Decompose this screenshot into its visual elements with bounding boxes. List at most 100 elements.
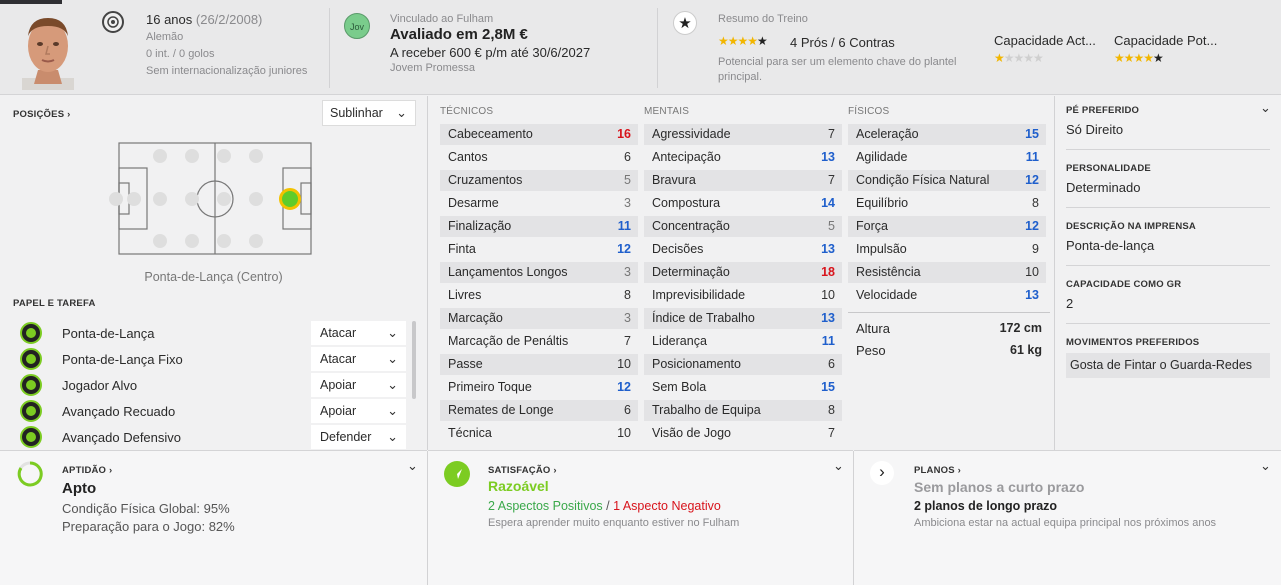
attribute-value: 11 — [821, 334, 835, 348]
pitch-position-dot[interactable] — [153, 149, 167, 163]
role-icon — [20, 322, 42, 344]
positive-aspects-link[interactable]: 2 Aspectos Positivos — [488, 499, 603, 513]
attribute-name: Visão de Jogo — [652, 426, 731, 440]
chevron-down-icon[interactable]: ⌄ — [1260, 458, 1271, 474]
nationality-text[interactable]: Alemão — [146, 31, 183, 43]
attribute-row[interactable]: Posicionamento 6 — [644, 354, 842, 375]
attribute-value: 12 — [1025, 219, 1039, 233]
pitch-position-dot[interactable] — [127, 192, 141, 206]
attribute-row[interactable]: Desarme 3 — [440, 193, 638, 214]
attribute-row[interactable]: Agilidade 11 — [848, 147, 1046, 168]
attribute-row[interactable]: Passe 10 — [440, 354, 638, 375]
highlight-dropdown[interactable]: Sublinhar ⌄ — [322, 100, 416, 126]
attribute-row[interactable]: Livres 8 — [440, 285, 638, 306]
attribute-row[interactable]: Determinação 18 — [644, 262, 842, 283]
pitch-position-dot[interactable] — [217, 149, 231, 163]
active-tab-marker — [0, 0, 62, 4]
role-name[interactable]: Jogador Alvo — [62, 378, 137, 393]
pitch-position-dot[interactable] — [109, 192, 123, 206]
attribute-row[interactable]: Trabalho de Equipa 8 — [644, 400, 842, 421]
nation-flag-icon[interactable] — [102, 11, 124, 33]
duty-dropdown[interactable]: Atacar ⌄ — [311, 347, 406, 371]
attribute-row[interactable]: Imprevisibilidade 10 — [644, 285, 842, 306]
pitch-position-dot[interactable] — [249, 149, 263, 163]
chevron-down-icon[interactable]: ⌄ — [833, 458, 844, 474]
attribute-row[interactable]: Cabeceamento 16 — [440, 124, 638, 145]
pitch-position-dot[interactable] — [185, 234, 199, 248]
attribute-row[interactable]: Aceleração 15 — [848, 124, 1046, 145]
age-line: 16 anos (26/2/2008) — [146, 12, 262, 27]
fitness-title[interactable]: APTIDÃO › — [62, 465, 112, 476]
attribute-value: 7 — [624, 334, 631, 348]
duty-dropdown[interactable]: Defender ⌄ — [311, 425, 406, 449]
panel-divider — [853, 451, 854, 585]
long-term-plans[interactable]: 2 planos de longo prazo — [914, 499, 1057, 513]
role-name[interactable]: Ponta-de-Lança Fixo — [62, 352, 183, 367]
attribute-row[interactable]: Finta 12 — [440, 239, 638, 260]
chevron-right-icon: › — [553, 465, 557, 476]
attribute-value: 8 — [828, 403, 835, 417]
attribute-row[interactable]: Índice de Trabalho 13 — [644, 308, 842, 329]
roles-scrollbar[interactable] — [412, 321, 416, 399]
duty-dropdown[interactable]: Atacar ⌄ — [311, 321, 406, 345]
attribute-row[interactable]: Compostura 14 — [644, 193, 842, 214]
plans-title[interactable]: PLANOS › — [914, 465, 961, 476]
attribute-row[interactable]: Equilíbrio 8 — [848, 193, 1046, 214]
attribute-row[interactable]: Marcação de Penáltis 7 — [440, 331, 638, 352]
attribute-row[interactable]: Bravura 7 — [644, 170, 842, 191]
satisfaction-title[interactable]: SATISFAÇÃO › — [488, 465, 557, 476]
selected-position-dot[interactable] — [279, 188, 301, 210]
role-name[interactable]: Avançado Recuado — [62, 404, 175, 419]
attribute-row[interactable]: Velocidade 13 — [848, 285, 1046, 306]
attribute-row[interactable]: Concentração 5 — [644, 216, 842, 237]
positions-title[interactable]: POSIÇÕES › — [13, 109, 70, 120]
pros-cons-text[interactable]: 4 Prós / 6 Contras — [790, 35, 895, 50]
attribute-row[interactable]: Finalização 11 — [440, 216, 638, 237]
duty-dropdown[interactable]: Apoiar ⌄ — [311, 373, 406, 397]
role-icon — [20, 426, 42, 448]
pitch-position-dot[interactable] — [217, 192, 231, 206]
attribute-row[interactable]: Resistência 10 — [848, 262, 1046, 283]
attribute-row[interactable]: Antecipação 13 — [644, 147, 842, 168]
club-contract-text[interactable]: Vinculado ao Fulham — [390, 13, 493, 25]
attribute-row[interactable]: Primeiro Toque 12 — [440, 377, 638, 398]
attribute-row[interactable]: Condição Física Natural 12 — [848, 170, 1046, 191]
attribute-row[interactable]: Liderança 11 — [644, 331, 842, 352]
gk-rating-value: 2 — [1066, 296, 1074, 311]
attribute-name: Passe — [448, 357, 483, 371]
pitch-position-dot[interactable] — [249, 192, 263, 206]
attribute-row[interactable]: Agressividade 7 — [644, 124, 842, 145]
attribute-row[interactable]: Remates de Longe 6 — [440, 400, 638, 421]
chevron-down-icon[interactable]: ⌄ — [1260, 100, 1271, 116]
satisfaction-aspects: 2 Aspectos Positivos / 1 Aspecto Negativ… — [488, 499, 721, 513]
attribute-row[interactable]: Impulsão 9 — [848, 239, 1046, 260]
attribute-row[interactable]: Técnica 10 — [440, 423, 638, 444]
chevron-down-icon[interactable]: ⌄ — [407, 458, 418, 474]
attribute-name: Trabalho de Equipa — [652, 403, 761, 417]
attribute-row[interactable]: Sem Bola 15 — [644, 377, 842, 398]
pitch-position-dot[interactable] — [249, 234, 263, 248]
pitch-position-dot[interactable] — [185, 149, 199, 163]
training-title[interactable]: Resumo do Treino — [718, 13, 808, 25]
attribute-row[interactable]: Força 12 — [848, 216, 1046, 237]
pitch-position-dot[interactable] — [153, 234, 167, 248]
role-name[interactable]: Avançado Defensivo — [62, 430, 181, 445]
role-name[interactable]: Ponta-de-Lança — [62, 326, 155, 341]
attribute-name: Decisões — [652, 242, 704, 256]
attribute-row[interactable]: Cantos 6 — [440, 147, 638, 168]
attribute-row[interactable]: Marcação 3 — [440, 308, 638, 329]
preferred-foot-title: PÉ PREFERIDO — [1066, 105, 1140, 116]
chevron-right-icon[interactable]: › — [870, 461, 894, 485]
attribute-row[interactable]: Visão de Jogo 7 — [644, 423, 842, 444]
pitch-position-dot[interactable] — [217, 234, 231, 248]
pitch-position-dot[interactable] — [185, 192, 199, 206]
duty-dropdown[interactable]: Apoiar ⌄ — [311, 399, 406, 423]
attribute-row[interactable]: Lançamentos Longos 3 — [440, 262, 638, 283]
attribute-row[interactable]: Decisões 13 — [644, 239, 842, 260]
attribute-row[interactable]: Cruzamentos 5 — [440, 170, 638, 191]
preferred-move-item[interactable]: Gosta de Fintar o Guarda-Redes — [1066, 353, 1270, 378]
negative-aspects-link[interactable]: 1 Aspecto Negativo — [613, 499, 721, 513]
pitch-position-dot[interactable] — [153, 192, 167, 206]
attribute-name: Determinação — [652, 265, 730, 279]
attribute-value: 7 — [828, 426, 835, 440]
